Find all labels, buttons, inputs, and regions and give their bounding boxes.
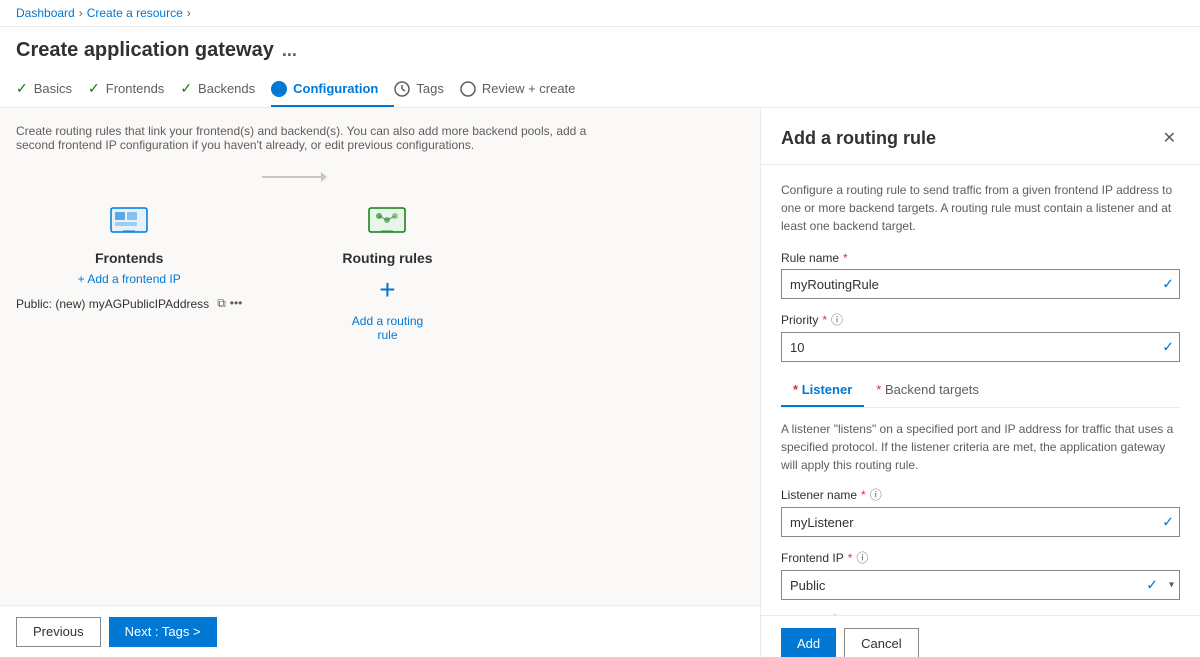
previous-button[interactable]: Previous — [16, 617, 101, 647]
routing-icon — [363, 196, 411, 244]
panel-title: Add a routing rule — [781, 128, 936, 149]
tab-backend-targets[interactable]: * Backend targets — [864, 374, 991, 407]
clock-icon — [394, 81, 410, 97]
add-frontend-ip-link[interactable]: + Add a frontend IP — [78, 272, 181, 286]
wizard-step-review[interactable]: Review + create — [460, 73, 592, 107]
frontend-item-actions[interactable]: ⧉ ••• — [217, 296, 242, 311]
step-backends-label: Backends — [198, 81, 255, 96]
wizard-step-basics[interactable]: ✓ Basics — [16, 72, 88, 107]
required-marker: * — [822, 313, 827, 327]
required-marker: * — [843, 251, 848, 265]
step-basics-label: Basics — [34, 81, 72, 96]
frontend-ip-select-wrapper: Public ▾ ✓ — [781, 570, 1180, 600]
breadcrumb-dashboard[interactable]: Dashboard — [16, 6, 75, 20]
priority-label: Priority * ⓘ — [781, 311, 1180, 328]
cancel-button[interactable]: Cancel — [844, 628, 918, 657]
frontends-label: Frontends — [95, 250, 163, 266]
priority-info-icon[interactable]: ⓘ — [831, 311, 843, 328]
more-icon[interactable]: ••• — [230, 296, 243, 311]
listener-name-info-icon[interactable]: ⓘ — [870, 486, 882, 503]
check-icon: ✓ — [88, 80, 100, 97]
frontends-svg-icon — [107, 198, 151, 242]
panel-close-button[interactable]: ✕ — [1159, 124, 1180, 152]
breadcrumb-create-resource[interactable]: Create a resource — [87, 6, 183, 20]
panel-body: Configure a routing rule to send traffic… — [761, 165, 1200, 615]
rule-name-input-wrapper: ✓ — [781, 269, 1180, 299]
priority-row: Priority * ⓘ ✓ — [781, 311, 1180, 362]
check-icon: ✓ — [16, 80, 28, 97]
page-title-text: Create application gateway — [16, 39, 274, 62]
routing-svg-icon — [365, 198, 409, 242]
panel-header: Add a routing rule ✕ — [761, 108, 1200, 165]
clock-icon-review — [460, 81, 476, 97]
wizard-step-backends[interactable]: ✓ Backends — [180, 72, 271, 107]
priority-input[interactable] — [781, 332, 1180, 362]
routing-rules-node: Routing rules + Add a routing rule — [342, 196, 432, 342]
add-routing-label[interactable]: Add a routing rule — [352, 314, 423, 342]
required-star: * — [793, 382, 798, 397]
required-star: * — [876, 382, 881, 397]
page-header: Create application gateway ... ✓ Basics … — [0, 27, 1200, 108]
frontend-ip-label: Frontend IP * ⓘ — [781, 549, 1180, 566]
panel-footer: Add Cancel — [761, 615, 1200, 657]
listener-name-input[interactable] — [781, 507, 1180, 537]
panel-description: Configure a routing rule to send traffic… — [781, 181, 1180, 235]
listener-info-text: A listener "listens" on a specified port… — [781, 420, 1180, 474]
rule-name-label: Rule name * — [781, 251, 1180, 265]
canvas-description: Create routing rules that link your fron… — [16, 124, 616, 152]
wizard-steps: ✓ Basics ✓ Frontends ✓ Backends Configur… — [16, 72, 1184, 107]
frontend-ip-select[interactable]: Public — [781, 570, 1180, 600]
frontend-item-text: Public: (new) myAGPublicIPAddress — [16, 297, 209, 311]
tab-listener[interactable]: * Listener — [781, 374, 864, 407]
frontend-item: Public: (new) myAGPublicIPAddress ⧉ ••• — [16, 296, 242, 311]
routing-label: Routing rules — [342, 250, 432, 266]
step-configuration-label: Configuration — [293, 81, 378, 96]
wizard-step-tags[interactable]: Tags — [394, 73, 459, 107]
required-marker: * — [848, 551, 853, 565]
rule-name-input[interactable] — [781, 269, 1180, 299]
listener-name-label: Listener name * ⓘ — [781, 486, 1180, 503]
step-tags-label: Tags — [416, 81, 443, 96]
breadcrumb: Dashboard › Create a resource › — [0, 0, 1200, 27]
canvas-nodes: Frontends + Add a frontend IP Public: (n… — [16, 176, 740, 362]
step-frontends-label: Frontends — [106, 81, 165, 96]
next-button[interactable]: Next : Tags > — [109, 617, 217, 647]
bottom-navigation-bar: Previous Next : Tags > — [0, 605, 760, 657]
copy-icon[interactable]: ⧉ — [217, 296, 226, 311]
panel-tabs: * Listener * Backend targets — [781, 374, 1180, 408]
active-step-indicator — [271, 81, 287, 97]
page-more-options[interactable]: ... — [282, 40, 297, 61]
wizard-step-frontends[interactable]: ✓ Frontends — [88, 72, 180, 107]
add-routing-rule-panel: Add a routing rule ✕ Configure a routing… — [760, 108, 1200, 657]
required-marker: * — [861, 488, 866, 502]
step-review-label: Review + create — [482, 81, 576, 96]
frontends-node: Frontends + Add a frontend IP Public: (n… — [16, 196, 242, 311]
priority-input-wrapper: ✓ — [781, 332, 1180, 362]
wizard-step-configuration[interactable]: Configuration — [271, 73, 394, 107]
frontend-ip-row: Frontend IP * ⓘ Public ▾ ✓ — [781, 549, 1180, 600]
frontend-ip-info-icon[interactable]: ⓘ — [856, 549, 868, 566]
listener-name-row: Listener name * ⓘ ✓ — [781, 486, 1180, 537]
add-routing-rule-button[interactable]: + — [369, 272, 405, 308]
add-button[interactable]: Add — [781, 628, 836, 657]
connector-line — [242, 176, 342, 178]
frontends-icon — [105, 196, 153, 244]
listener-name-input-wrapper: ✓ — [781, 507, 1180, 537]
rule-name-row: Rule name * ✓ — [781, 251, 1180, 299]
check-icon: ✓ — [180, 80, 192, 97]
